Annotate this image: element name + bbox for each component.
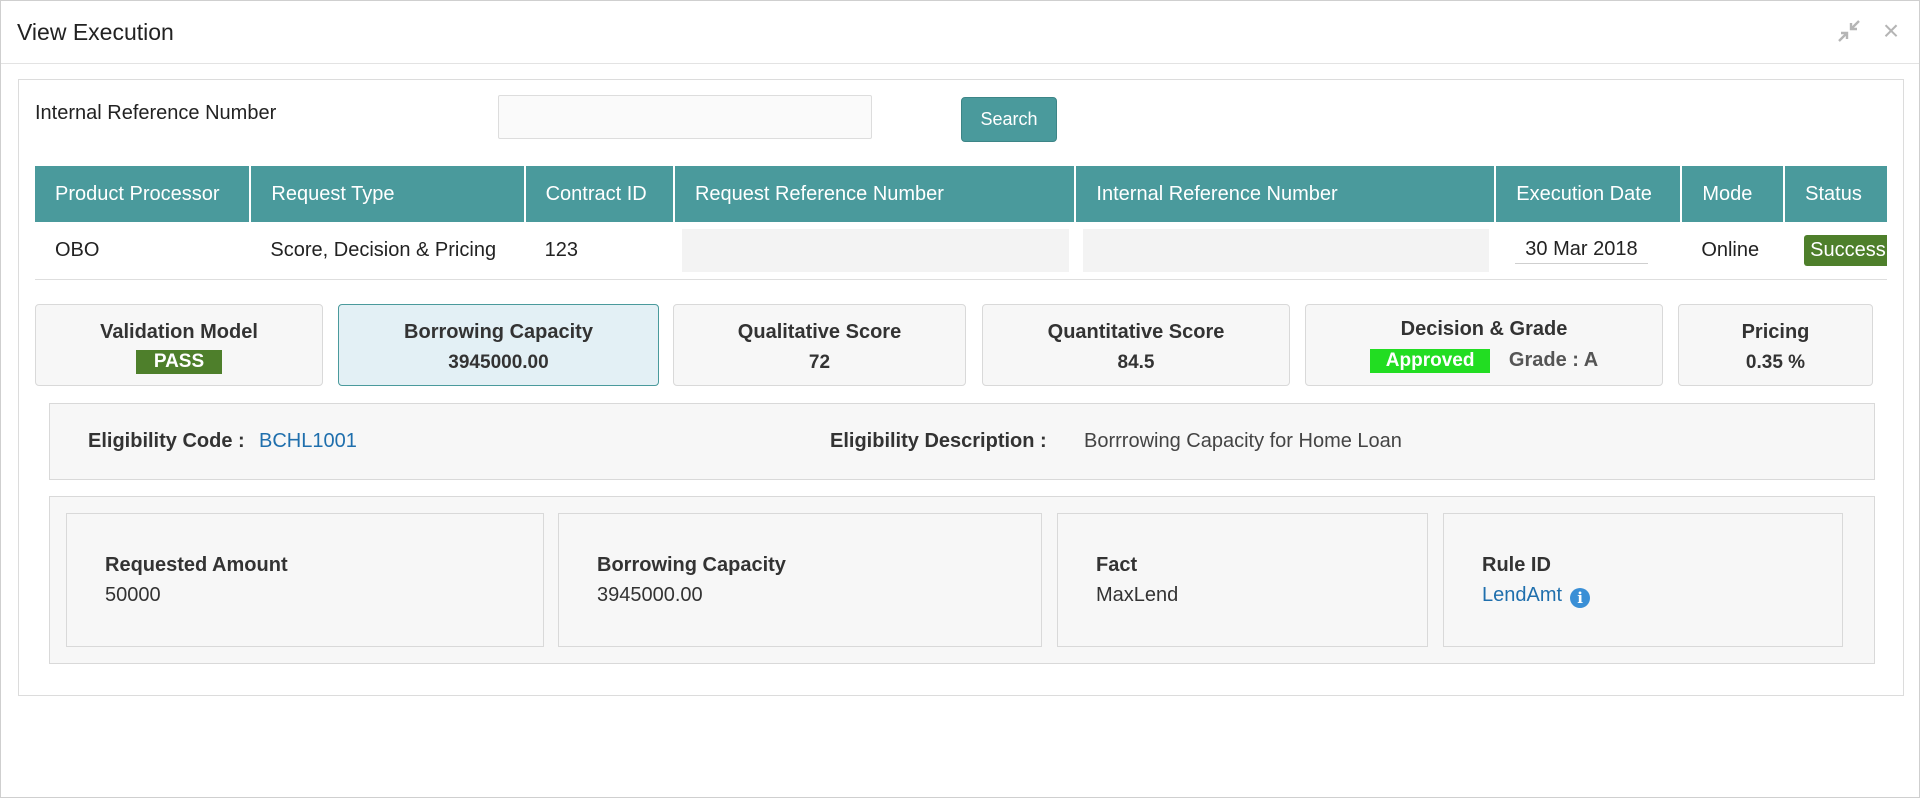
validation-model-card[interactable]: Validation Model PASS (35, 304, 323, 386)
requested-amount-label: Requested Amount (105, 554, 288, 576)
column-header-execution-date[interactable]: Execution Date (1495, 166, 1683, 222)
quantitative-score-title: Quantitative Score (1047, 321, 1225, 343)
decision-grade-row: Approved Grade : A (1306, 349, 1662, 373)
cell-execution-date: 30 Mar 2018 (1495, 222, 1682, 280)
column-header-request-type[interactable]: Request Type (250, 166, 526, 222)
rule-id-row: LendAmt i (1482, 584, 1591, 608)
table-header-row: Product Processor Request Type Contract … (35, 166, 1887, 222)
validation-model-title: Validation Model (100, 321, 258, 343)
cell-product-processor: OBO (35, 222, 251, 280)
fact-value: MaxLend (1096, 584, 1179, 606)
grade-text: Grade : A (1508, 349, 1599, 371)
decision-grade-card[interactable]: Decision & Grade Approved Grade : A (1305, 304, 1663, 386)
pricing-card[interactable]: Pricing 0.35 % (1678, 304, 1873, 386)
eligibility-description-value: Borrrowing Capacity for Home Loan (1084, 430, 1402, 452)
borrowing-capacity-detail-card: Borrowing Capacity 3945000.00 (558, 513, 1042, 647)
close-icon[interactable]: × (1877, 17, 1905, 45)
rule-id-card: Rule ID LendAmt i (1443, 513, 1843, 647)
requested-amount-value: 50000 (105, 584, 161, 606)
column-header-product-processor[interactable]: Product Processor (35, 166, 252, 222)
rule-id-label: Rule ID (1482, 554, 1551, 576)
eligibility-code-value[interactable]: BCHL1001 (259, 430, 357, 453)
cell-internal-reference-number (1075, 222, 1496, 280)
view-execution-window: View Execution × Internal Reference Numb… (0, 0, 1920, 798)
borrowing-capacity-detail-label: Borrowing Capacity (597, 554, 786, 576)
cell-status: Success (1784, 222, 1887, 280)
quantitative-score-value: 84.5 (1117, 352, 1155, 373)
requested-amount-card: Requested Amount 50000 (66, 513, 544, 647)
search-label: Internal Reference Number (35, 102, 277, 124)
borrowing-capacity-detail-value: 3945000.00 (597, 584, 703, 606)
eligibility-box: Eligibility Code : BCHL1001 Eligibility … (49, 403, 1875, 480)
cell-request-reference-number (673, 222, 1076, 280)
pricing-value: 0.35 % (1745, 352, 1806, 373)
column-header-contract-id[interactable]: Contract ID (524, 166, 675, 222)
info-icon[interactable]: i (1570, 588, 1591, 608)
qualitative-score-title: Qualitative Score (737, 321, 902, 343)
qualitative-score-card[interactable]: Qualitative Score 72 (673, 304, 966, 386)
window-title: View Execution (17, 19, 174, 45)
column-header-request-reference-number[interactable]: Request Reference Number (673, 166, 1077, 222)
borrowing-capacity-value: 3945000.00 (448, 352, 549, 373)
fact-card: Fact MaxLend (1057, 513, 1428, 647)
collapse-arrows-glyph (1838, 20, 1860, 42)
eligibility-description-label: Eligibility Description : (830, 430, 1047, 452)
eligibility-code-label: Eligibility Code : (88, 430, 245, 452)
column-header-status[interactable]: Status (1784, 166, 1887, 222)
execution-date-value: 30 Mar 2018 (1515, 238, 1648, 264)
title-bar: View Execution × (1, 1, 1919, 64)
borrowing-capacity-title: Borrowing Capacity (404, 321, 593, 343)
borrowing-capacity-card[interactable]: Borrowing Capacity 3945000.00 (338, 304, 659, 386)
cell-contract-id: 123 (524, 222, 674, 280)
rule-id-link[interactable]: LendAmt (1482, 584, 1562, 606)
decision-grade-title: Decision & Grade (1400, 318, 1568, 340)
cell-mode: Online (1681, 222, 1785, 280)
detail-box: Requested Amount 50000 Borrowing Capacit… (49, 496, 1875, 664)
quantitative-score-card[interactable]: Quantitative Score 84.5 (982, 304, 1290, 386)
internal-reference-number-value (1083, 229, 1490, 272)
collapse-arrows-icon[interactable] (1835, 17, 1863, 45)
request-reference-number-value (681, 229, 1070, 272)
pricing-title: Pricing (1741, 321, 1810, 343)
cell-request-type: Score, Decision & Pricing (250, 222, 525, 280)
fact-label: Fact (1096, 554, 1138, 576)
internal-reference-search-input[interactable] (498, 95, 872, 139)
execution-table: Product Processor Request Type Contract … (35, 166, 1887, 280)
table-row[interactable]: OBO Score, Decision & Pricing 123 30 Mar… (35, 222, 1887, 280)
execution-panel: Internal Reference Number Search Product… (18, 79, 1904, 696)
search-button[interactable]: Search (961, 97, 1057, 142)
qualitative-score-value: 72 (808, 352, 831, 373)
validation-pass-badge: PASS (135, 350, 223, 374)
approved-badge: Approved (1369, 349, 1491, 373)
column-header-mode[interactable]: Mode (1681, 166, 1786, 222)
column-header-internal-reference-number[interactable]: Internal Reference Number (1075, 166, 1497, 222)
status-badge: Success (1804, 235, 1887, 266)
